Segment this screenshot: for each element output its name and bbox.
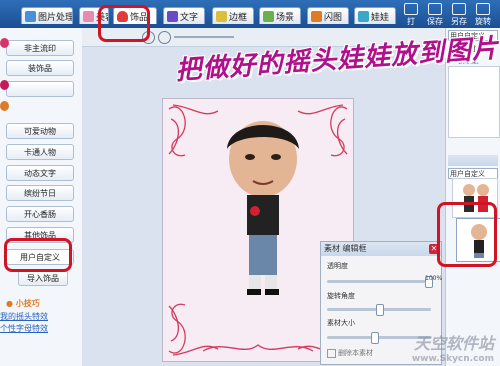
material-thumbnail-area [448,66,500,138]
rotate-button[interactable]: 旋转 [472,3,494,26]
tab-label: 边框 [229,12,248,23]
sidebar-item-label: 非主流印 [24,43,56,53]
sidebar-item-label: 动态文字 [24,168,56,178]
scene-icon [263,10,274,22]
online-material-header [448,155,498,166]
tab-frame[interactable]: 边框 [212,7,254,24]
section-select-value: 用户自定义 [450,170,485,178]
flash-icon [311,10,322,22]
delete-material-button[interactable]: 删除本素材 [327,348,373,358]
accessory-icon [0,80,9,90]
dialog-title: 素材 编辑框 [324,244,367,253]
sidebar-item-cartoon[interactable]: 卡通人物 [6,144,74,160]
dialog-titlebar: 素材 编辑框 ✕ [321,242,441,256]
save-button[interactable]: 保存 [424,3,446,26]
opacity-label: 透明度 [327,262,348,270]
highlight-user-material [437,202,497,267]
open-button[interactable]: 打 [400,3,422,26]
rotate-label: 旋转 [475,17,491,26]
tab-text[interactable]: 文字 [163,7,205,24]
sidebar-item-sausage[interactable]: 开心香肠 [6,206,74,222]
zoom-slider[interactable] [174,36,234,38]
sidebar-item-nonmainstream[interactable]: 非主流印 [6,40,74,56]
tab-label: 闪图 [324,12,343,23]
sidebar-item-label: 缤纷节日 [24,188,56,198]
save-as-label: 另存 [451,17,467,26]
watermark-title: 天空软件站 [413,334,494,353]
tab-scene[interactable]: 场景 [259,7,301,24]
sidebar-item-extra[interactable] [6,81,74,97]
rotate-slider-knob[interactable] [376,304,384,316]
category-sidebar: 非主流印 装饰品 可爱动物 卡通人物 动态文字 缤纷节日 开心香肠 其他饰品 用… [0,28,83,366]
delete-icon [327,348,336,358]
opacity-slider[interactable] [327,276,433,288]
doll-icon [358,10,369,22]
size-slider-knob[interactable] [371,332,380,344]
save-icon [428,3,442,15]
tab-label: 文字 [180,12,199,23]
save-as-button[interactable]: 另存 [448,3,470,26]
sidebar-item-label: 开心香肠 [24,209,56,219]
sidebar-item-label: 可爱动物 [24,126,56,136]
open-label: 打 [407,17,415,26]
tab-image-processing[interactable]: 图片处理 [21,7,73,24]
tip-link[interactable]: 我的摇头特效 [0,311,48,322]
sidebar-item-festival[interactable]: 缤纷节日 [6,185,74,201]
rotate-icon [476,3,490,15]
top-toolbar: 图片处理 美容 饰品 文字 边框 场景 闪图 娃娃 打 保存 另存 旋转 [0,0,500,28]
beauty-icon [83,10,94,22]
rotate-slider[interactable] [327,304,431,316]
sidebar-item-label: 装饰品 [28,63,52,73]
zoom-in-icon[interactable] [158,31,171,44]
opacity-value: 100% [425,275,443,282]
tab-flash[interactable]: 闪图 [307,7,349,24]
tab-label: 娃娃 [371,12,390,23]
tab-doll[interactable]: 娃娃 [354,7,396,24]
save-label: 保存 [427,17,443,26]
tips-title: ● 小技巧 [6,299,40,308]
highlight-user-defined [4,238,72,272]
sidebar-item-cute-animals[interactable]: 可爱动物 [6,123,74,139]
accessory-icon [0,38,9,48]
tab-label: 图片处理 [38,12,73,23]
sidebar-item-decorations[interactable]: 装饰品 [6,60,74,76]
frame-icon [216,10,227,22]
image-processing-icon [25,10,36,22]
import-accessory-button[interactable]: 导入饰品 [18,270,68,286]
rotate-label: 旋转角度 [327,292,355,300]
size-label: 素材大小 [327,319,355,327]
tip-link[interactable]: 个性字母特效 [0,323,48,334]
highlight-accessories-tab [98,5,150,42]
watermark: 天空软件站 www.Skycn.com [412,330,494,364]
import-label: 导入饰品 [27,273,59,283]
text-icon [167,10,178,22]
save-as-icon [452,3,466,15]
watermark-url: www.Skycn.com [411,354,494,364]
tips-title-text: 小技巧 [15,299,40,308]
accessory-icon [0,101,9,111]
open-icon [404,3,418,15]
sidebar-item-animated-text[interactable]: 动态文字 [6,165,74,181]
tab-label: 场景 [276,12,295,23]
material-panel: 用户自定义 在线素材 <获取最 用户自定义 [445,28,500,366]
delete-label: 删除本素材 [338,349,373,357]
sidebar-item-label: 卡通人物 [24,147,56,157]
